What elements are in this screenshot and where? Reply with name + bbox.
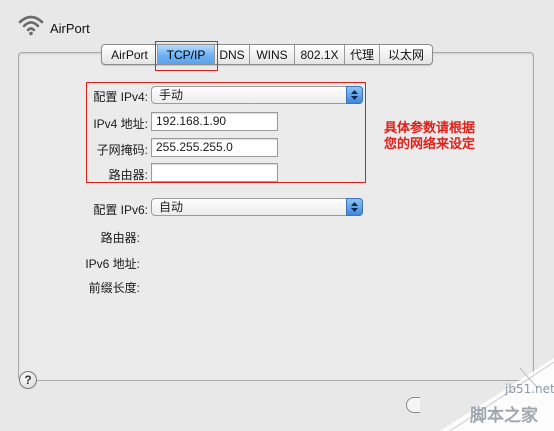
tab-ethernet[interactable]: 以太网 <box>380 45 432 64</box>
watermark-name: 脚本之家 <box>470 406 538 426</box>
annotation-line-1: 具体参数请根据 <box>384 120 476 135</box>
help-button[interactable]: ? <box>19 371 37 389</box>
form-highlight-box <box>86 82 366 183</box>
prefix-length-label: 前缀长度: <box>88 281 140 295</box>
window-title: AirPort <box>50 21 90 36</box>
tab-wins[interactable]: WINS <box>250 45 295 64</box>
tab-dns[interactable]: DNS <box>215 45 250 64</box>
annotation-line-2: 您的网络来设定 <box>384 136 476 151</box>
partial-button[interactable] <box>406 397 420 413</box>
annotation-note: 具体参数请根据 您的网络来设定 <box>384 120 475 152</box>
ipv6-router-label: 路由器: <box>100 231 140 245</box>
configure-ipv6-select[interactable]: 自动 <box>151 198 363 216</box>
configure-ipv6-value: 自动 <box>159 200 184 214</box>
select-arrows-icon <box>346 198 363 216</box>
ipv6-address-label: IPv6 地址: <box>85 257 140 271</box>
tab-proxy[interactable]: 代理 <box>345 45 380 64</box>
tab-8021x[interactable]: 802.1X <box>295 45 345 64</box>
tab-highlight-box <box>155 41 218 71</box>
configure-ipv6-label: 配置 IPv6: <box>93 203 148 217</box>
wifi-icon <box>18 14 44 36</box>
tab-airport[interactable]: AirPort <box>102 45 158 64</box>
watermark-domain: jb51.net <box>505 382 554 396</box>
tab-bar: AirPort TCP/IP DNS WINS 802.1X 代理 以太网 <box>101 44 433 65</box>
